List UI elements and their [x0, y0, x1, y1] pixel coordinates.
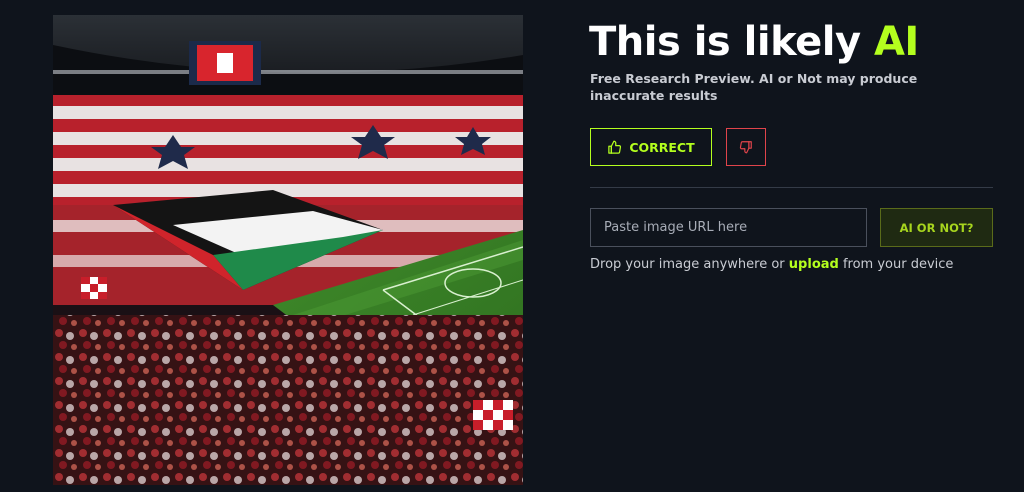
headline-verdict: AI: [873, 19, 919, 65]
headline-prefix: This is likely: [589, 19, 861, 65]
correct-button-label: CORRECT: [629, 139, 695, 155]
ai-or-not-result-page: This is likely AI Free Research Preview.…: [0, 0, 1024, 492]
upload-link[interactable]: upload: [789, 257, 839, 272]
correct-feedback-button[interactable]: CORRECT: [590, 128, 712, 166]
section-divider: [590, 187, 993, 188]
thumbs-up-icon: [607, 140, 622, 155]
analyzed-image: [53, 15, 523, 485]
research-preview-disclaimer: Free Research Preview. AI or Not may pro…: [590, 71, 918, 103]
drop-hint-text: Drop your image anywhere or: [590, 257, 785, 272]
thumbs-down-icon: [739, 140, 753, 154]
drop-hint-suffix: from your device: [842, 257, 954, 272]
incorrect-feedback-button[interactable]: [726, 128, 766, 166]
image-url-input[interactable]: [590, 208, 867, 247]
drop-upload-hint: Drop your image anywhere or upload from …: [590, 256, 953, 273]
result-headline: This is likely AI: [589, 18, 919, 66]
ai-or-not-submit-button[interactable]: AI OR NOT?: [880, 208, 993, 247]
